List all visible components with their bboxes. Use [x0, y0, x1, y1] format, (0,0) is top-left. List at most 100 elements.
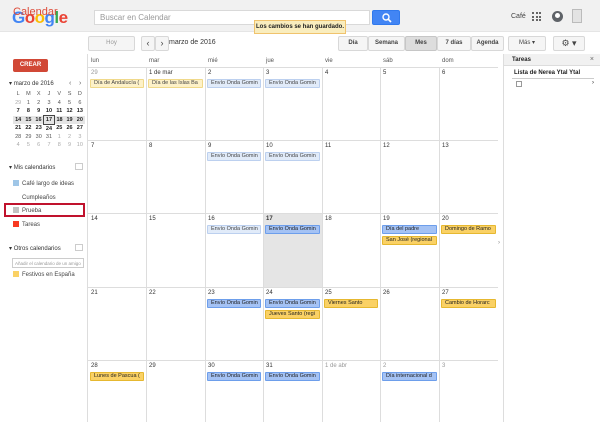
calendar-item[interactable]: Festivos en España	[13, 271, 75, 279]
settings-gear-icon[interactable]: ⚙ ▾	[553, 36, 585, 51]
mini-day[interactable]: 8	[54, 141, 64, 150]
day-number[interactable]: 13	[442, 143, 449, 149]
avatar[interactable]	[572, 9, 582, 23]
mini-day[interactable]: 1	[54, 133, 64, 142]
day-number[interactable]: 15	[149, 216, 156, 222]
notifications-icon[interactable]	[552, 11, 563, 22]
mini-day[interactable]: 16	[33, 115, 44, 124]
apps-grid-icon[interactable]	[532, 12, 541, 21]
calendar-event[interactable]: Envío Onda Gomin	[207, 79, 261, 88]
calendar-event[interactable]: Envío Onda Gomin	[265, 225, 320, 234]
calendar-color-swatch[interactable]	[13, 180, 19, 186]
day-number[interactable]: 10	[266, 143, 273, 149]
day-number[interactable]: 23	[208, 290, 215, 296]
day-number[interactable]: 18	[325, 216, 332, 222]
app-title[interactable]: Calendar	[13, 6, 58, 18]
view-day-button[interactable]: Día	[338, 36, 368, 51]
mini-day[interactable]: 10	[44, 107, 54, 116]
day-number[interactable]: 3	[266, 70, 269, 76]
day-number[interactable]: 16	[208, 216, 215, 222]
day-number[interactable]: 25	[325, 290, 332, 296]
next-button[interactable]: ›	[155, 36, 169, 51]
day-number[interactable]: 29	[149, 363, 156, 369]
mini-day[interactable]: 2	[64, 133, 74, 142]
mini-day[interactable]: 4	[54, 99, 64, 108]
mini-day[interactable]: 27	[75, 124, 85, 133]
mini-day[interactable]: 26	[64, 124, 74, 133]
day-number[interactable]: 27	[442, 290, 449, 296]
mini-day[interactable]: 7	[44, 141, 54, 150]
day-number[interactable]: 6	[442, 70, 445, 76]
day-number[interactable]: 28	[91, 363, 98, 369]
view-month-button[interactable]: Mes	[405, 36, 437, 51]
calendar-event[interactable]: Jueves Santo (regi	[265, 310, 320, 319]
day-number[interactable]: 26	[383, 290, 390, 296]
tasks-list-name[interactable]: Lista de Nerea Ytal Ytal	[514, 70, 580, 76]
mini-day[interactable]: 10	[75, 141, 85, 150]
calendar-event[interactable]: Envío Onda Gomin	[207, 299, 261, 308]
calendar-event[interactable]: Envío Onda Gomin	[207, 152, 261, 161]
calendar-event[interactable]: Cambio de Horarc	[441, 299, 496, 308]
view-week-button[interactable]: Semana	[368, 36, 405, 51]
mini-prev-button[interactable]: ‹	[69, 80, 71, 87]
view-7days-button[interactable]: 7 días	[437, 36, 471, 51]
day-number[interactable]: 30	[208, 363, 215, 369]
mini-day[interactable]: 6	[75, 99, 85, 108]
day-number[interactable]: 14	[91, 216, 98, 222]
view-agenda-button[interactable]: Agenda	[471, 36, 504, 51]
calendar-event[interactable]: Envío Onda Gomin	[265, 372, 320, 381]
mini-day[interactable]: 4	[13, 141, 23, 150]
day-number[interactable]: 11	[325, 143, 331, 149]
calendar-event[interactable]: Lunes de Pascua (	[90, 372, 144, 381]
calendar-event[interactable]: Envío Onda Gomin	[265, 79, 320, 88]
calendar-event[interactable]: Domingo de Ramo	[441, 225, 496, 234]
day-number[interactable]: 9	[208, 143, 211, 149]
mini-day[interactable]: 18	[54, 115, 65, 124]
day-number[interactable]: 8	[149, 143, 152, 149]
mini-day[interactable]: 20	[74, 115, 85, 124]
calendar-item[interactable]: Tareas	[13, 221, 40, 229]
create-button[interactable]: CREAR	[13, 59, 48, 72]
mini-day[interactable]: 13	[75, 107, 85, 116]
day-number[interactable]: 4	[325, 70, 328, 76]
calendar-color-swatch[interactable]	[13, 221, 19, 227]
calendar-event[interactable]: Día de las Islas Ba	[148, 79, 203, 88]
mini-day[interactable]: 5	[64, 99, 74, 108]
mini-day[interactable]: 3	[75, 133, 85, 142]
mini-day[interactable]: 14	[13, 115, 24, 124]
mini-day[interactable]: 28	[13, 133, 23, 142]
day-number[interactable]: 24	[266, 290, 273, 296]
mini-day[interactable]: 31	[44, 133, 54, 142]
search-button[interactable]	[372, 10, 400, 25]
calendar-event[interactable]: Envío Onda Gomin	[207, 225, 261, 234]
day-number[interactable]: 31	[266, 363, 273, 369]
day-number[interactable]: 2	[208, 70, 211, 76]
day-number[interactable]: 3	[442, 363, 445, 369]
calendar-event[interactable]: Envío Onda Gomin	[265, 299, 320, 308]
mini-day[interactable]: 2	[34, 99, 44, 108]
mini-day[interactable]: 6	[34, 141, 44, 150]
mini-day[interactable]: 21	[13, 124, 23, 133]
mini-day[interactable]: 24	[44, 124, 54, 133]
mini-next-button[interactable]: ›	[79, 80, 81, 87]
calendar-item[interactable]: Cumpleaños	[13, 194, 56, 202]
calendar-event[interactable]: Día del padre	[382, 225, 437, 234]
day-number[interactable]: 7	[91, 143, 94, 149]
day-number[interactable]: 21	[91, 290, 98, 296]
add-friend-calendar-input[interactable]: Añadir el calendario de un amigo	[12, 258, 84, 268]
mini-day[interactable]: 8	[23, 107, 33, 116]
calendar-event[interactable]: Día internacional d	[382, 372, 437, 381]
tasks-close-icon[interactable]: ×	[590, 56, 594, 63]
mini-day[interactable]: 9	[34, 107, 44, 116]
more-button[interactable]: Más ▾	[508, 36, 546, 51]
today-button[interactable]: Hoy	[88, 36, 135, 51]
mini-day[interactable]: 3	[44, 99, 54, 108]
mini-day[interactable]: 15	[23, 115, 34, 124]
day-number[interactable]: 2	[383, 363, 386, 369]
mini-day[interactable]: 12	[64, 107, 74, 116]
my-calendars-menu-icon[interactable]	[75, 163, 83, 170]
mini-day[interactable]: 30	[34, 133, 44, 142]
calendar-event[interactable]: Envío Onda Gomin	[207, 372, 261, 381]
calendar-color-swatch[interactable]	[13, 194, 19, 200]
calendar-event[interactable]: San José (regional	[382, 236, 437, 245]
